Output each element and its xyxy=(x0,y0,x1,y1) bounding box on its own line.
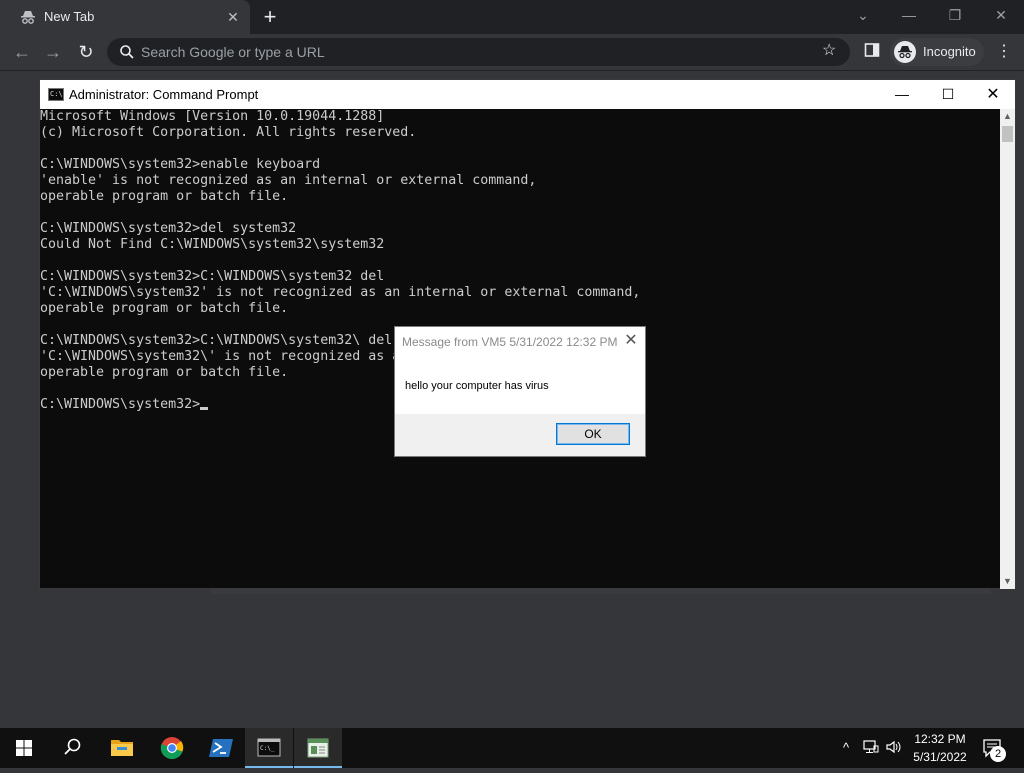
volume-icon[interactable] xyxy=(884,738,904,758)
cmd-titlebar[interactable]: C:\ Administrator: Command Prompt — ☐ ✕ xyxy=(40,80,1015,109)
scroll-up-icon[interactable]: ▲ xyxy=(1000,109,1015,124)
message-dialog: Message from VM5 5/31/2022 12:32 PM ✕ he… xyxy=(394,326,646,457)
side-panel-icon[interactable] xyxy=(864,42,880,58)
taskbar-command-prompt[interactable]: C:\_ xyxy=(245,728,293,768)
console-line: operable program or batch file. xyxy=(40,189,289,204)
taskbar-message-app[interactable] xyxy=(294,728,342,768)
notepad-icon xyxy=(307,738,329,758)
taskbar: C:\_ ^ 12:32 PM 5/31/2022 2 xyxy=(0,728,1024,768)
console-line: C:\WINDOWS\system32>del system32 xyxy=(40,221,297,236)
network-icon[interactable] xyxy=(861,738,881,758)
cmd-scrollbar[interactable]: ▲ ▼ xyxy=(1000,109,1015,589)
taskbar-chrome[interactable] xyxy=(148,728,196,768)
bookmark-star-icon[interactable]: ☆ xyxy=(822,42,840,60)
restore-button[interactable]: ❐ xyxy=(940,4,970,26)
notification-count-badge: 2 xyxy=(990,746,1006,762)
address-placeholder: Search Google or type a URL xyxy=(141,44,325,60)
console-line: C:\WINDOWS\system32>enable keyboard xyxy=(40,157,321,172)
console-line: Could Not Find C:\WINDOWS\system32\syste… xyxy=(40,237,385,252)
cmd-window-title: Administrator: Command Prompt xyxy=(69,87,259,102)
powershell-icon xyxy=(209,739,233,757)
clock-time: 12:32 PM xyxy=(914,732,966,746)
scroll-thumb[interactable] xyxy=(1002,126,1013,142)
show-hidden-icons-icon[interactable]: ^ xyxy=(838,738,854,758)
taskbar-search-button[interactable] xyxy=(48,728,96,768)
back-icon[interactable]: ← xyxy=(10,40,34,64)
ok-button[interactable]: OK xyxy=(556,423,630,445)
taskbar-file-explorer[interactable] xyxy=(98,728,146,768)
console-line: Microsoft Windows [Version 10.0.19044.12… xyxy=(40,109,385,124)
text-cursor xyxy=(200,407,209,410)
incognito-icon xyxy=(20,9,36,25)
command-prompt-icon: C:\ xyxy=(48,88,64,101)
start-button[interactable] xyxy=(0,728,48,768)
new-tab-button[interactable]: + xyxy=(260,6,280,28)
taskbar-powershell[interactable] xyxy=(197,728,245,768)
cmd-minimize-button[interactable]: — xyxy=(879,80,925,109)
cmd-close-button[interactable]: ✕ xyxy=(970,80,1016,109)
cmd-maximize-button[interactable]: ☐ xyxy=(925,80,971,109)
minimize-button[interactable]: — xyxy=(894,4,924,26)
dialog-message: hello your computer has virus xyxy=(405,380,549,392)
search-icon xyxy=(119,44,135,60)
dialog-close-icon[interactable]: ✕ xyxy=(623,333,639,349)
console-line: (c) Microsoft Corporation. All rights re… xyxy=(40,125,417,140)
window-shadow xyxy=(211,588,991,594)
command-prompt-icon: C:\_ xyxy=(257,738,281,757)
console-line: 'C:\WINDOWS\system32' is not recognized … xyxy=(40,285,641,300)
clock-date: 5/31/2022 xyxy=(913,750,967,764)
scroll-down-icon[interactable]: ▼ xyxy=(1000,574,1015,589)
search-icon xyxy=(64,738,81,755)
dialog-footer: OK xyxy=(395,414,645,456)
incognito-label: Incognito xyxy=(923,44,976,59)
console-line: operable program or batch file. xyxy=(40,301,289,316)
tab-search-icon[interactable]: ⌄ xyxy=(848,4,878,26)
tab-new-tab[interactable]: New Tab ✕ xyxy=(0,0,250,34)
incognito-profile-button[interactable]: Incognito xyxy=(890,38,984,66)
svg-text:C:\_: C:\_ xyxy=(260,745,275,752)
forward-icon[interactable]: → xyxy=(41,40,65,64)
chrome-icon xyxy=(160,737,184,760)
system-clock[interactable]: 12:32 PM 5/31/2022 xyxy=(905,730,975,766)
browser-toolbar: ← → ↻ Search Google or type a URL ☆ Inco… xyxy=(0,34,1024,71)
tab-title: New Tab xyxy=(44,9,95,24)
incognito-icon xyxy=(894,41,916,63)
address-bar[interactable]: Search Google or type a URL ☆ xyxy=(107,38,850,66)
start-icon xyxy=(16,740,32,756)
dialog-title: Message from VM5 5/31/2022 12:32 PM xyxy=(402,335,618,349)
browser-menu-icon[interactable]: ⋮ xyxy=(996,42,1012,62)
console-line: C:\WINDOWS\system32>C:\WINDOWS\system32 … xyxy=(40,269,385,284)
file-explorer-icon xyxy=(111,740,133,756)
browser-tabstrip: New Tab ✕ + ⌄ — ❐ ✕ xyxy=(0,0,1024,34)
reload-icon[interactable]: ↻ xyxy=(74,40,98,64)
close-window-button[interactable]: ✕ xyxy=(986,4,1016,26)
console-line: 'enable' is not recognized as an interna… xyxy=(40,173,537,188)
close-tab-icon[interactable]: ✕ xyxy=(224,8,242,26)
